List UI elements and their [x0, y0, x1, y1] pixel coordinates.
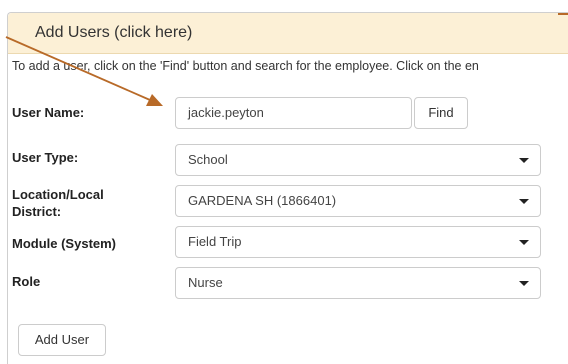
user-type-select[interactable]: School [175, 144, 541, 176]
location-select[interactable]: GARDENA SH (1866401) [175, 185, 541, 217]
module-value: Field Trip [188, 234, 242, 249]
location-label: Location/Local District: [12, 186, 104, 220]
screenshot-frame: Add Users (click here) To add a user, cl… [0, 0, 568, 364]
module-select[interactable]: Field Trip [175, 226, 541, 258]
role-select[interactable]: Nurse [175, 267, 541, 299]
chevron-down-icon [519, 240, 529, 245]
role-value: Nurse [188, 275, 223, 290]
user-type-label: User Type: [12, 150, 79, 165]
panel-title[interactable]: Add Users (click here) [35, 24, 192, 42]
top-accent-line [558, 13, 568, 15]
location-label-line1: Location/Local [12, 187, 104, 202]
role-label: Role [12, 274, 41, 289]
find-button[interactable]: Find [414, 97, 468, 129]
user-name-label: User Name: [12, 105, 85, 120]
chevron-down-icon [519, 199, 529, 204]
user-type-value: School [188, 152, 228, 167]
panel-header[interactable]: Add Users (click here) [8, 13, 568, 54]
chevron-down-icon [519, 281, 529, 286]
module-label: Module (System) [12, 236, 117, 251]
add-user-button[interactable]: Add User [18, 324, 106, 356]
instructions-text: To add a user, click on the 'Find' butto… [12, 59, 479, 73]
user-name-input[interactable]: jackie.peyton [175, 97, 412, 129]
chevron-down-icon [519, 158, 529, 163]
location-label-line2: District: [12, 204, 62, 219]
location-value: GARDENA SH (1866401) [188, 193, 337, 208]
